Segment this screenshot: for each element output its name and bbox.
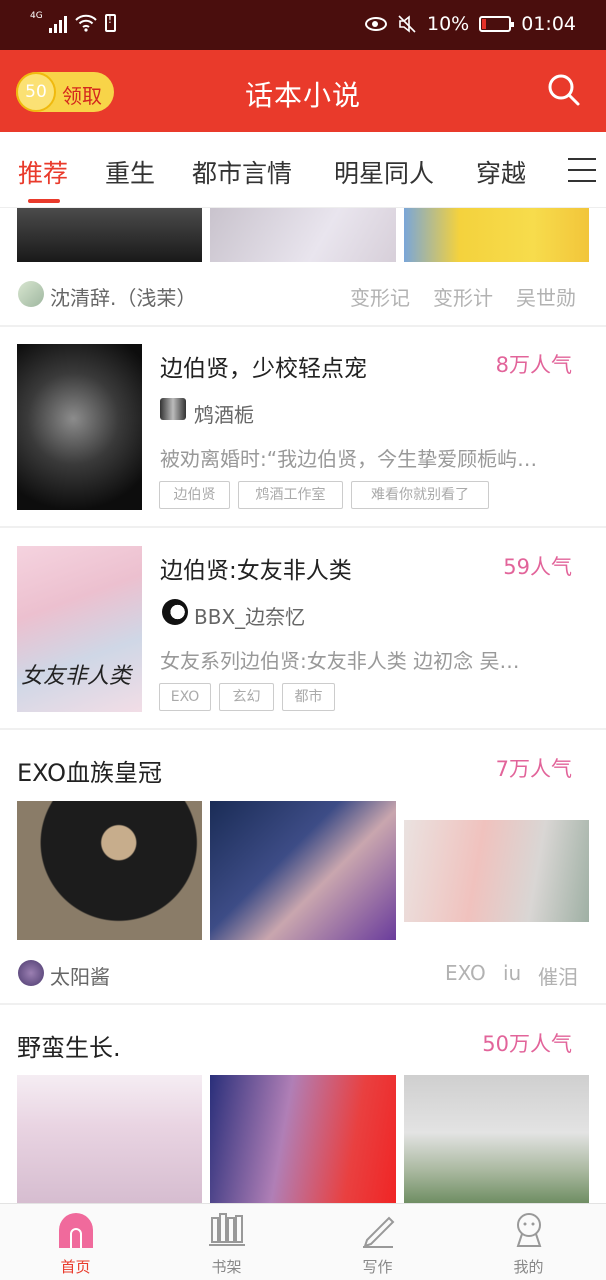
tag[interactable]: 变形计 (433, 282, 493, 311)
book-title[interactable]: 边伯贤:女友非人类 (160, 551, 352, 585)
author-name[interactable]: BBX_边奈忆 (194, 601, 305, 630)
divider (0, 728, 606, 730)
tab-celebrity-fanfic[interactable]: 明星同人 (334, 154, 434, 190)
home-icon (59, 1213, 93, 1248)
cover-text: 女友非人类 (21, 664, 132, 689)
status-bar: 4G 10% 01:04 (0, 0, 606, 50)
search-icon[interactable] (546, 72, 582, 108)
status-right: 10% 01:04 (365, 13, 576, 35)
popularity: 50万人气 (482, 1032, 572, 1056)
card-title[interactable]: EXO血族皇冠 (17, 753, 162, 788)
tab-rebirth[interactable]: 重生 (105, 154, 155, 190)
network-type: 4G (30, 11, 43, 21)
popularity: 59人气 (503, 555, 572, 579)
divider (0, 1003, 606, 1005)
tag-chip[interactable]: EXO (159, 683, 211, 711)
sim-alert-icon (104, 13, 116, 32)
category-tabs: 推荐 重生 都市言情 明星同人 穿越 (0, 132, 606, 208)
tab-time-travel[interactable]: 穿越 (476, 154, 526, 190)
tag[interactable]: 催泪 (538, 961, 578, 990)
popularity: 8万人气 (495, 353, 572, 377)
avatar[interactable] (160, 398, 186, 420)
bookshelf-icon (209, 1213, 245, 1246)
tag-chip[interactable]: 难看你就别看了 (351, 481, 489, 509)
author-name[interactable]: 鸩酒栀 (194, 399, 254, 428)
nav-label: 写作 (362, 1258, 393, 1276)
card-image[interactable] (17, 208, 202, 262)
active-tab-indicator (28, 199, 60, 203)
wifi-icon (74, 14, 97, 32)
tab-urban-romance[interactable]: 都市言情 (192, 154, 292, 190)
book-description: 女友系列边伯贤:女友非人类 边初念 吴… (160, 649, 520, 673)
tag-chip[interactable]: 鸩酒工作室 (238, 481, 343, 509)
book-title[interactable]: 边伯贤，少校轻点宠 (160, 349, 367, 383)
nav-label: 书架 (211, 1258, 242, 1276)
eye-comfort-icon (365, 17, 387, 31)
tag[interactable]: iu (503, 961, 521, 985)
tag-chip[interactable]: 都市 (282, 683, 335, 711)
app-title: 话本小说 (244, 79, 361, 112)
avatar[interactable] (162, 599, 188, 625)
card-image[interactable] (404, 1075, 589, 1203)
nav-profile[interactable]: 我的 (453, 1204, 604, 1280)
status-left: 4G (30, 11, 116, 33)
clock: 01:04 (521, 13, 576, 35)
avatar[interactable] (18, 960, 44, 986)
card-image[interactable] (210, 801, 396, 940)
battery-percent: 10% (427, 13, 470, 35)
card-title[interactable]: 野蛮生长. (17, 1028, 121, 1063)
popularity: 7万人气 (495, 757, 572, 781)
card-image[interactable] (404, 820, 589, 922)
card-image[interactable] (210, 1075, 396, 1203)
book-cover[interactable]: 女友非人类 (17, 546, 142, 712)
tag[interactable]: 变形记 (350, 282, 410, 311)
nav-label: 首页 (60, 1258, 91, 1276)
app-bar: 50 领取 话本小说 (0, 50, 606, 132)
card-image[interactable] (404, 208, 589, 262)
pencil-icon (363, 1216, 395, 1248)
tag[interactable]: 吴世勋 (516, 282, 576, 311)
signal-icon (48, 13, 67, 33)
book-cover[interactable] (17, 344, 142, 510)
battery-icon (479, 16, 515, 32)
menu-icon[interactable] (568, 158, 596, 182)
profile-icon (516, 1213, 542, 1247)
nav-write[interactable]: 写作 (302, 1204, 453, 1280)
tab-recommend[interactable]: 推荐 (18, 154, 68, 190)
nav-label: 我的 (513, 1258, 544, 1276)
divider (0, 526, 606, 528)
bottom-nav: 首页 书架 写作 我的 (0, 1203, 606, 1280)
book-description: 被劝离婚时:“我边伯贤，今生挚爱顾栀屿… (160, 447, 538, 471)
avatar[interactable] (18, 281, 44, 307)
divider (0, 325, 606, 327)
author-name[interactable]: 沈清辞.（浅茉） (50, 282, 196, 311)
author-name[interactable]: 太阳酱 (50, 961, 110, 990)
nav-bookshelf[interactable]: 书架 (151, 1204, 302, 1280)
nav-home[interactable]: 首页 (0, 1204, 151, 1280)
card-image[interactable] (210, 208, 396, 262)
tag-chip[interactable]: 玄幻 (219, 683, 274, 711)
card-image[interactable] (17, 801, 202, 940)
book-feed[interactable]: 沈清辞.（浅茉） 变形记 变形计 吴世勋 边伯贤，少校轻点宠 8万人气 鸩酒栀 … (0, 208, 606, 1203)
tag[interactable]: EXO (445, 961, 486, 985)
mute-icon (398, 15, 416, 33)
tag-chip[interactable]: 边伯贤 (159, 481, 230, 509)
card-image[interactable] (17, 1075, 202, 1203)
